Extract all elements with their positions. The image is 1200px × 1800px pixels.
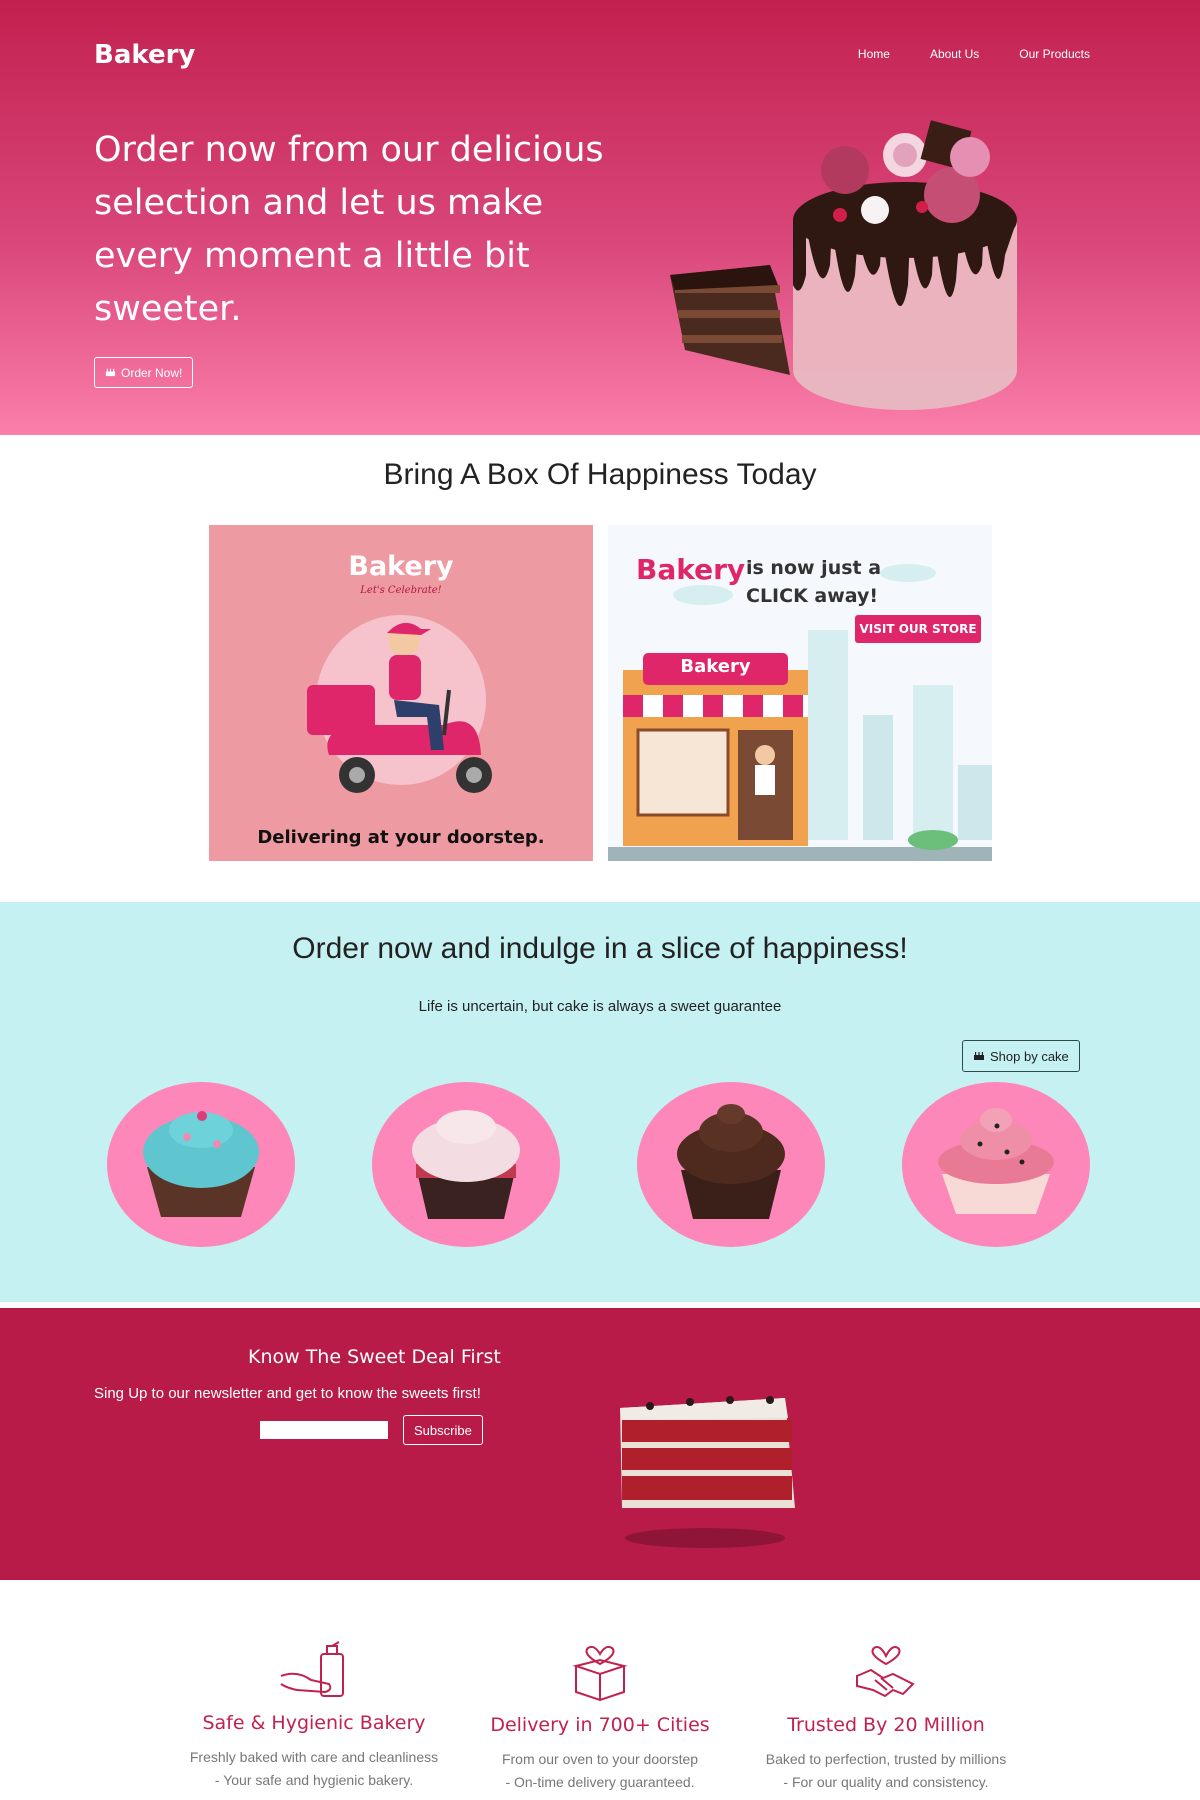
order-now-button[interactable]: Order Now! [94,357,194,388]
hero-section: Bakery Home About Us Our Products Order … [0,0,1200,435]
indulge-title: Order now and indulge in a slice of happ… [292,932,908,965]
cupcake-pink[interactable] [902,1082,1090,1247]
indulge-subtitle: Life is uncertain, but cake is always a … [418,998,782,1015]
subscribe-button[interactable]: Subscribe [403,1415,483,1445]
store-promo-card[interactable]: Bakery is now just a CLICK away! VISIT O… [608,525,992,861]
gift-box-heart-icon [572,1645,628,1702]
shop-sign: Bakery [680,656,751,677]
visit-store-button[interactable]: VISIT OUR STORE [855,615,981,643]
nav-home[interactable]: Home [858,47,890,61]
feature-desc: Baked to perfection, trusted by millions… [736,1748,1036,1794]
feature-desc-line-1: From our oven to your doorstep [501,1751,699,1767]
delivery-card-brand: Bakery [348,551,454,582]
store-card-brand: Bakery [636,553,746,586]
hero-title: Order now from our delicious selection a… [94,130,604,329]
red-velvet-slice-image [620,1396,795,1548]
order-now-label: Order Now! [121,365,183,380]
birthday-cake-icon [105,366,116,380]
indulge-section: Order now and indulge in a slice of happ… [0,902,1200,1302]
top-nav: Home About Us Our Products [858,47,1090,61]
feature-desc-line-1: Freshly baked with care and cleanliness [189,1749,439,1765]
cupcake-blue[interactable] [107,1082,295,1247]
feature-desc-line-2: - For our quality and consistency. [783,1774,989,1790]
feature-safe-hygienic: Safe & Hygienic Bakery Freshly baked wit… [164,1640,464,1792]
cupcake-red-velvet[interactable] [372,1082,560,1247]
brand-logo[interactable]: Bakery [94,40,195,70]
store-card-headline-1: is now just a [746,557,882,579]
feature-desc-line-1: Baked to perfection, trusted by millions [765,1751,1007,1767]
newsletter-section: Know The Sweet Deal First Sing Up to our… [0,1308,1200,1580]
chocolate-drip-cake-image [670,120,1017,410]
feature-desc-line-2: - Your safe and hygienic bakery. [214,1772,414,1788]
nav-about-us[interactable]: About Us [930,47,979,61]
delivery-card-caption: Delivering at your doorstep. [257,827,545,848]
feature-desc-line-2: - On-time delivery guaranteed. [505,1774,695,1790]
nav-our-products[interactable]: Our Products [1019,47,1090,61]
feature-title: Delivery in 700+ Cities [490,1714,710,1736]
store-card-headline-2: CLICK away! [746,585,879,607]
happiness-title: Bring A Box Of Happiness Today [383,458,817,491]
hand-sanitizer-icon [280,1641,344,1697]
newsletter-title: Know The Sweet Deal First [248,1346,501,1368]
handshake-heart-icon [856,1646,915,1698]
feature-trusted: Trusted By 20 Million Baked to perfectio… [736,1640,1036,1794]
shop-by-cake-label: Shop by cake [990,1048,1069,1064]
delivery-promo-card[interactable]: Bakery Let's Celebrate! Delivering at yo… [209,525,593,861]
shop-by-cake-button[interactable]: Shop by cake [962,1040,1080,1072]
newsletter-subtitle: Sing Up to our newsletter and get to kno… [94,1385,481,1402]
feature-delivery: Delivery in 700+ Cities From our oven to… [450,1640,750,1794]
newsletter-email-input[interactable] [260,1421,388,1439]
delivery-card-tagline: Let's Celebrate! [360,585,442,596]
birthday-cake-icon [973,1049,985,1064]
feature-desc: Freshly baked with care and cleanliness … [164,1746,464,1792]
feature-title: Trusted By 20 Million [787,1714,985,1736]
feature-title: Safe & Hygienic Bakery [202,1712,426,1734]
cupcake-chocolate[interactable] [637,1082,825,1247]
feature-desc: From our oven to your doorstep - On-time… [450,1748,750,1794]
